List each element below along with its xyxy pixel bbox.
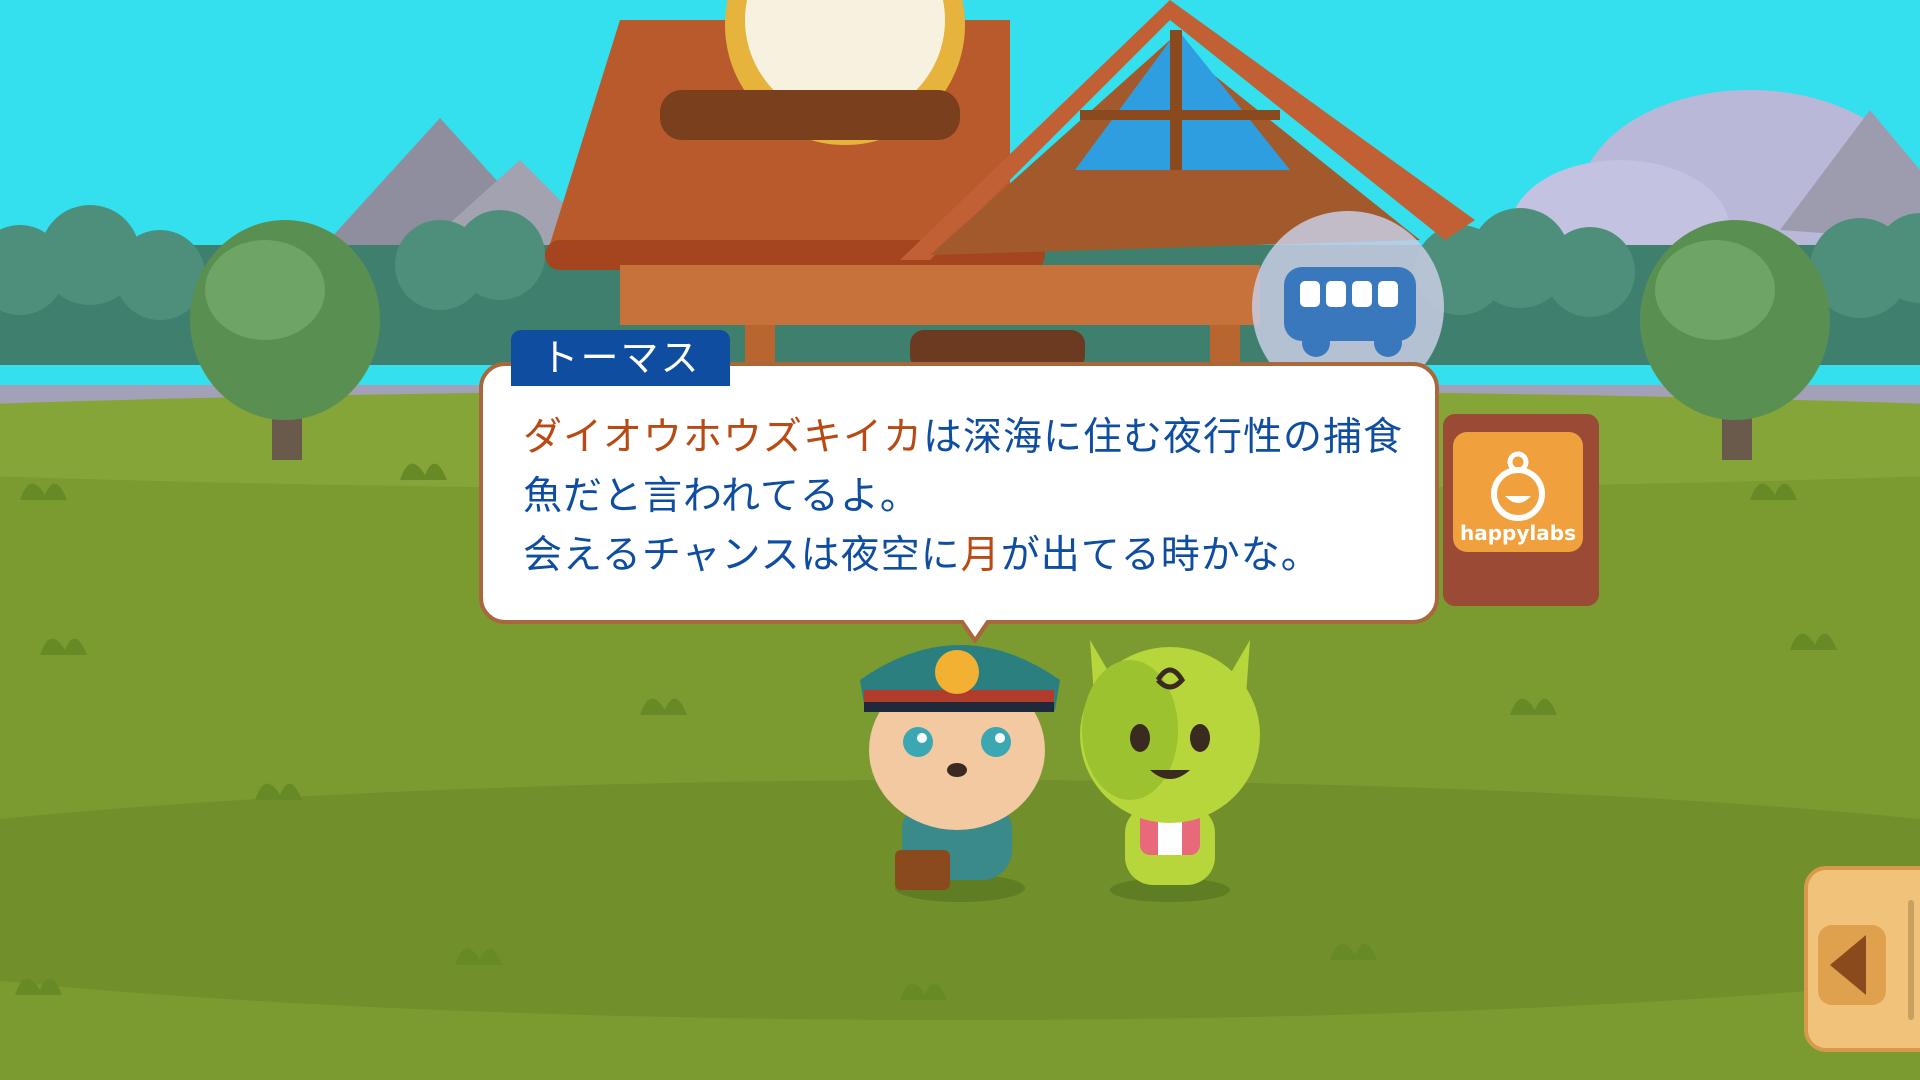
dialog-line-3: 会えるチャンスは夜空に月が出てる時かな。 [523, 526, 1423, 585]
dialog-tail-inner [962, 618, 988, 637]
dialog-highlight-moon: 月 [960, 533, 1001, 578]
dialog-line-3-after: が出てる時かな。 [1000, 533, 1321, 578]
speaker-name-tag: トーマス [511, 330, 730, 386]
bear-conductor-character[interactable] [860, 645, 1060, 902]
dialog-line-1-rest: は深海に住む夜行性の捕食 [923, 415, 1404, 460]
dialog-line-1: ダイオウホウズキイカは深海に住む夜行性の捕食 [523, 408, 1423, 467]
happylabs-logo-text: happylabs [1460, 521, 1576, 545]
side-menu-edge [1908, 900, 1914, 1020]
dialog-highlight-squid-name: ダイオウホウズキイカ [523, 415, 924, 460]
dialog-text: ダイオウホウズキイカは深海に住む夜行性の捕食 魚だと言われてるよ。 会えるチャン… [523, 408, 1423, 585]
dialog-line-2: 魚だと言われてるよ。 [523, 474, 920, 519]
characters [860, 640, 1260, 902]
chevron-left-icon [1830, 935, 1866, 995]
dialog-line-3-before: 会えるチャンスは夜空に [523, 533, 961, 578]
green-cat-character[interactable] [1080, 640, 1260, 902]
